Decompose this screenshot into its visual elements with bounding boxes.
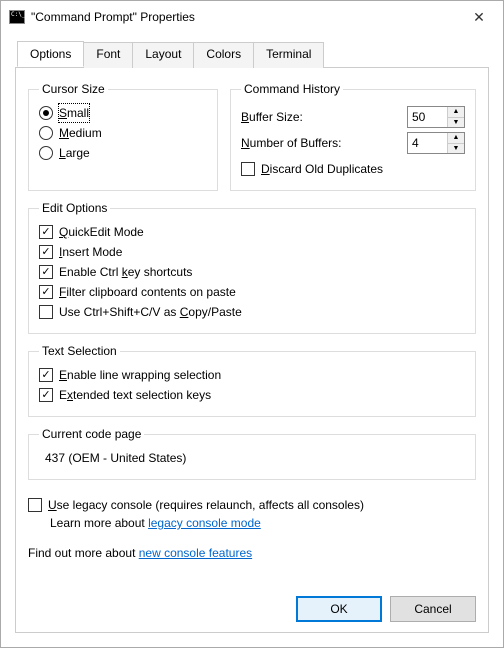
spin-up-icon[interactable]: ▲ — [448, 133, 464, 144]
cursor-small-label: Small — [59, 104, 89, 122]
radio-icon — [39, 146, 53, 160]
checkbox-icon — [28, 498, 42, 512]
radio-icon — [39, 106, 53, 120]
quickedit-label: QuickEdit Mode — [59, 223, 144, 241]
checkbox-icon — [241, 162, 255, 176]
buffer-size-label: Buffer Size: — [241, 110, 303, 124]
line-wrapping-checkbox[interactable]: Enable line wrapping selection — [39, 366, 465, 384]
checkbox-icon — [39, 285, 53, 299]
new-console-features-link[interactable]: new console features — [139, 546, 252, 560]
properties-window: "Command Prompt" Properties ✕ Options Fo… — [0, 0, 504, 648]
ctrl-shortcuts-label: Enable Ctrl key shortcuts — [59, 263, 192, 281]
cursor-size-legend: Cursor Size — [39, 82, 108, 96]
linewrap-label: Enable line wrapping selection — [59, 366, 221, 384]
insert-label: Insert Mode — [59, 243, 122, 261]
quickedit-checkbox[interactable]: QuickEdit Mode — [39, 223, 465, 241]
buffer-size-value[interactable]: 50 — [408, 107, 447, 127]
spin-up-icon[interactable]: ▲ — [448, 107, 464, 118]
cursor-large-label: Large — [59, 144, 90, 162]
text-selection-legend: Text Selection — [39, 344, 120, 358]
checkbox-icon — [39, 305, 53, 319]
window-title: "Command Prompt" Properties — [31, 10, 457, 24]
options-panel: Cursor Size Small Medium Large — [15, 68, 489, 633]
extended-label: Extended text selection keys — [59, 386, 211, 404]
cmd-icon — [9, 10, 25, 24]
discard-duplicates-checkbox[interactable]: Discard Old Duplicates — [241, 160, 465, 178]
filter-label: Filter clipboard contents on paste — [59, 283, 236, 301]
cancel-button[interactable]: Cancel — [390, 596, 476, 622]
legacy-console-checkbox[interactable]: Use legacy console (requires relaunch, a… — [28, 496, 476, 514]
text-selection-group: Text Selection Enable line wrapping sele… — [28, 344, 476, 417]
edit-options-group: Edit Options QuickEdit Mode Insert Mode … — [28, 201, 476, 334]
checkbox-icon — [39, 245, 53, 259]
edit-options-legend: Edit Options — [39, 201, 110, 215]
legacy-label: Use legacy console (requires relaunch, a… — [48, 496, 364, 514]
ctrl-shortcuts-checkbox[interactable]: Enable Ctrl key shortcuts — [39, 263, 465, 281]
tab-terminal[interactable]: Terminal — [253, 42, 324, 68]
num-buffers-spinner[interactable]: 4 ▲ ▼ — [407, 132, 465, 154]
spin-down-icon[interactable]: ▼ — [448, 144, 464, 154]
client-area: Options Font Layout Colors Terminal Curs… — [1, 33, 503, 647]
cursor-medium-label: Medium — [59, 124, 102, 142]
learn-more-line: Learn more about legacy console mode — [50, 516, 476, 530]
ctrlshift-label: Use Ctrl+Shift+C/V as Copy/Paste — [59, 303, 242, 321]
checkbox-icon — [39, 265, 53, 279]
spin-down-icon[interactable]: ▼ — [448, 118, 464, 128]
close-button[interactable]: ✕ — [457, 2, 501, 32]
legacy-console-link[interactable]: legacy console mode — [148, 516, 261, 530]
code-page-group: Current code page 437 (OEM - United Stat… — [28, 427, 476, 480]
checkbox-icon — [39, 388, 53, 402]
buffer-size-spinner[interactable]: 50 ▲ ▼ — [407, 106, 465, 128]
num-buffers-label: Number of Buffers: — [241, 136, 342, 150]
cursor-medium-radio[interactable]: Medium — [39, 124, 207, 142]
code-page-value: 437 (OEM - United States) — [39, 447, 465, 469]
extended-selection-checkbox[interactable]: Extended text selection keys — [39, 386, 465, 404]
num-buffers-value[interactable]: 4 — [408, 133, 447, 153]
command-history-group: Command History Buffer Size: 50 ▲ ▼ Numb… — [230, 82, 476, 191]
cursor-large-radio[interactable]: Large — [39, 144, 207, 162]
tab-strip: Options Font Layout Colors Terminal — [15, 41, 489, 68]
tab-font[interactable]: Font — [83, 42, 133, 68]
discard-label: Discard Old Duplicates — [261, 160, 383, 178]
filter-clipboard-checkbox[interactable]: Filter clipboard contents on paste — [39, 283, 465, 301]
insert-mode-checkbox[interactable]: Insert Mode — [39, 243, 465, 261]
ok-button[interactable]: OK — [296, 596, 382, 622]
command-history-legend: Command History — [241, 82, 343, 96]
checkbox-icon — [39, 368, 53, 382]
radio-icon — [39, 126, 53, 140]
find-out-line: Find out more about new console features — [28, 546, 476, 560]
checkbox-icon — [39, 225, 53, 239]
ctrl-shift-cv-checkbox[interactable]: Use Ctrl+Shift+C/V as Copy/Paste — [39, 303, 465, 321]
tab-colors[interactable]: Colors — [193, 42, 254, 68]
code-page-legend: Current code page — [39, 427, 144, 441]
dialog-buttons: OK Cancel — [28, 584, 476, 622]
titlebar[interactable]: "Command Prompt" Properties ✕ — [1, 1, 503, 33]
tab-options[interactable]: Options — [17, 41, 84, 67]
cursor-small-radio[interactable]: Small — [39, 104, 207, 122]
tab-layout[interactable]: Layout — [132, 42, 194, 68]
cursor-size-group: Cursor Size Small Medium Large — [28, 82, 218, 191]
